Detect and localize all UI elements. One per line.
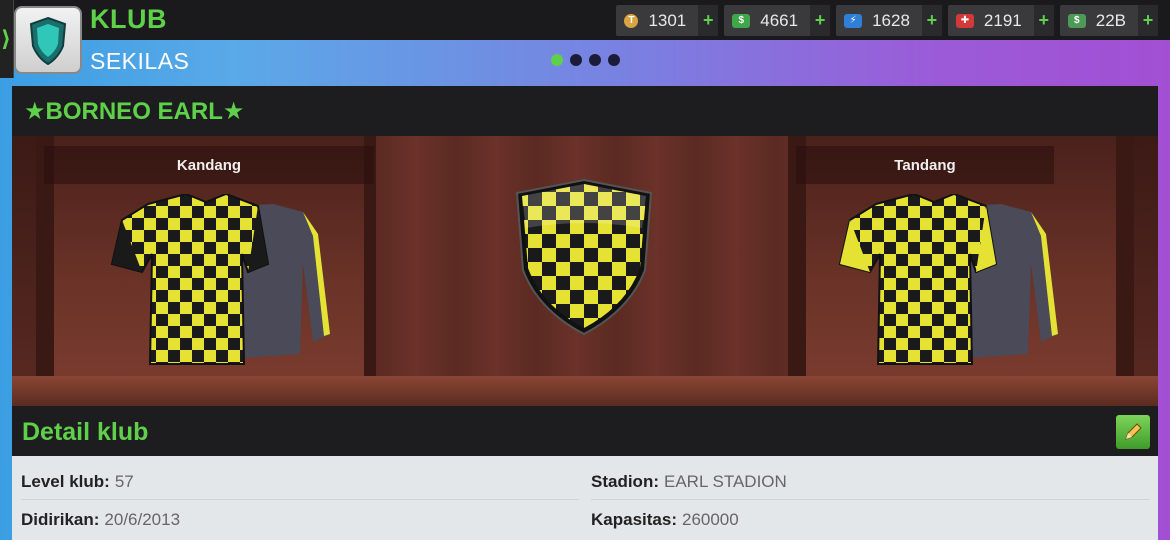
pencil-icon — [1125, 423, 1142, 440]
page-dot-3[interactable] — [589, 54, 601, 66]
currency-value: 22B — [1095, 10, 1126, 30]
stadium-label: Stadion: — [591, 472, 659, 491]
currency-bar: T 1301 + $ 4661 + ⚡ 1628 + ✚ 2191 + $ 22… — [616, 5, 1158, 36]
shelf — [12, 376, 1158, 406]
chevron-right-icon: ⟩ — [1, 26, 12, 51]
away-kit-label: Tandang — [796, 146, 1054, 184]
currency-energy: ⚡ 1628 + — [836, 5, 942, 36]
edit-button[interactable] — [1116, 415, 1150, 449]
currency-value: 1301 — [648, 10, 687, 30]
cash-icon: $ — [732, 13, 751, 28]
level-value: 57 — [114, 472, 134, 491]
add-medical-button[interactable]: + — [1033, 5, 1054, 36]
add-money-button[interactable]: + — [1138, 5, 1158, 36]
page-subtitle: SEKILAS — [90, 48, 190, 74]
add-energy-button[interactable]: + — [921, 5, 942, 36]
page-indicator — [551, 54, 620, 66]
capacity-row: Kapasitas: 260000 — [591, 500, 739, 540]
add-token-button[interactable]: + — [698, 5, 719, 36]
page-dot-2[interactable] — [570, 54, 582, 66]
currency-value: 1628 — [872, 10, 910, 30]
page-dot-4[interactable] — [608, 54, 620, 66]
currency-medical: ✚ 2191 + — [947, 5, 1054, 36]
founded-value: 20/6/2013 — [104, 510, 181, 529]
money-icon: $ — [1067, 13, 1086, 28]
club-name: ★BORNEO EARL★ — [24, 98, 245, 125]
page-title: KLUB — [90, 4, 167, 34]
add-cash-button[interactable]: + — [810, 5, 831, 36]
club-name-bar: ★BORNEO EARL★ — [12, 86, 1158, 136]
capacity-value: 260000 — [681, 510, 739, 529]
currency-money: $ 22B + — [1059, 5, 1158, 36]
club-shield-icon — [29, 16, 67, 66]
club-details-panel: Level klub: 57 Didirikan: 20/6/2013 Stad… — [12, 456, 1158, 540]
page-dot-1[interactable] — [551, 54, 563, 66]
stadium-value: EARL STADION — [664, 472, 787, 491]
stadium-row: Stadion: EARL STADION — [591, 462, 787, 502]
home-kit-label: Kandang — [44, 146, 374, 184]
currency-value: 4661 — [760, 10, 799, 30]
energy-icon: ⚡ — [844, 13, 863, 28]
founded-row: Didirikan: 20/6/2013 — [21, 500, 180, 540]
club-details-header: Detail klub — [12, 406, 1158, 456]
club-crest[interactable] — [514, 178, 654, 336]
level-label: Level klub: — [21, 472, 110, 491]
away-kit-image[interactable] — [836, 194, 1066, 374]
token-icon: T — [624, 13, 639, 28]
home-kit-image[interactable] — [108, 194, 338, 374]
currency-value: 2191 — [983, 10, 1022, 30]
details-title: Detail klub — [22, 418, 149, 446]
founded-label: Didirikan: — [21, 510, 100, 529]
medical-icon: ✚ — [955, 13, 974, 28]
level-row: Level klub: 57 — [21, 462, 134, 502]
capacity-label: Kapasitas: — [591, 510, 677, 529]
club-menu-tile[interactable] — [14, 6, 82, 74]
currency-cash: $ 4661 + — [724, 5, 831, 36]
currency-token: T 1301 + — [616, 5, 719, 36]
back-button[interactable]: ⟩ — [0, 0, 14, 78]
